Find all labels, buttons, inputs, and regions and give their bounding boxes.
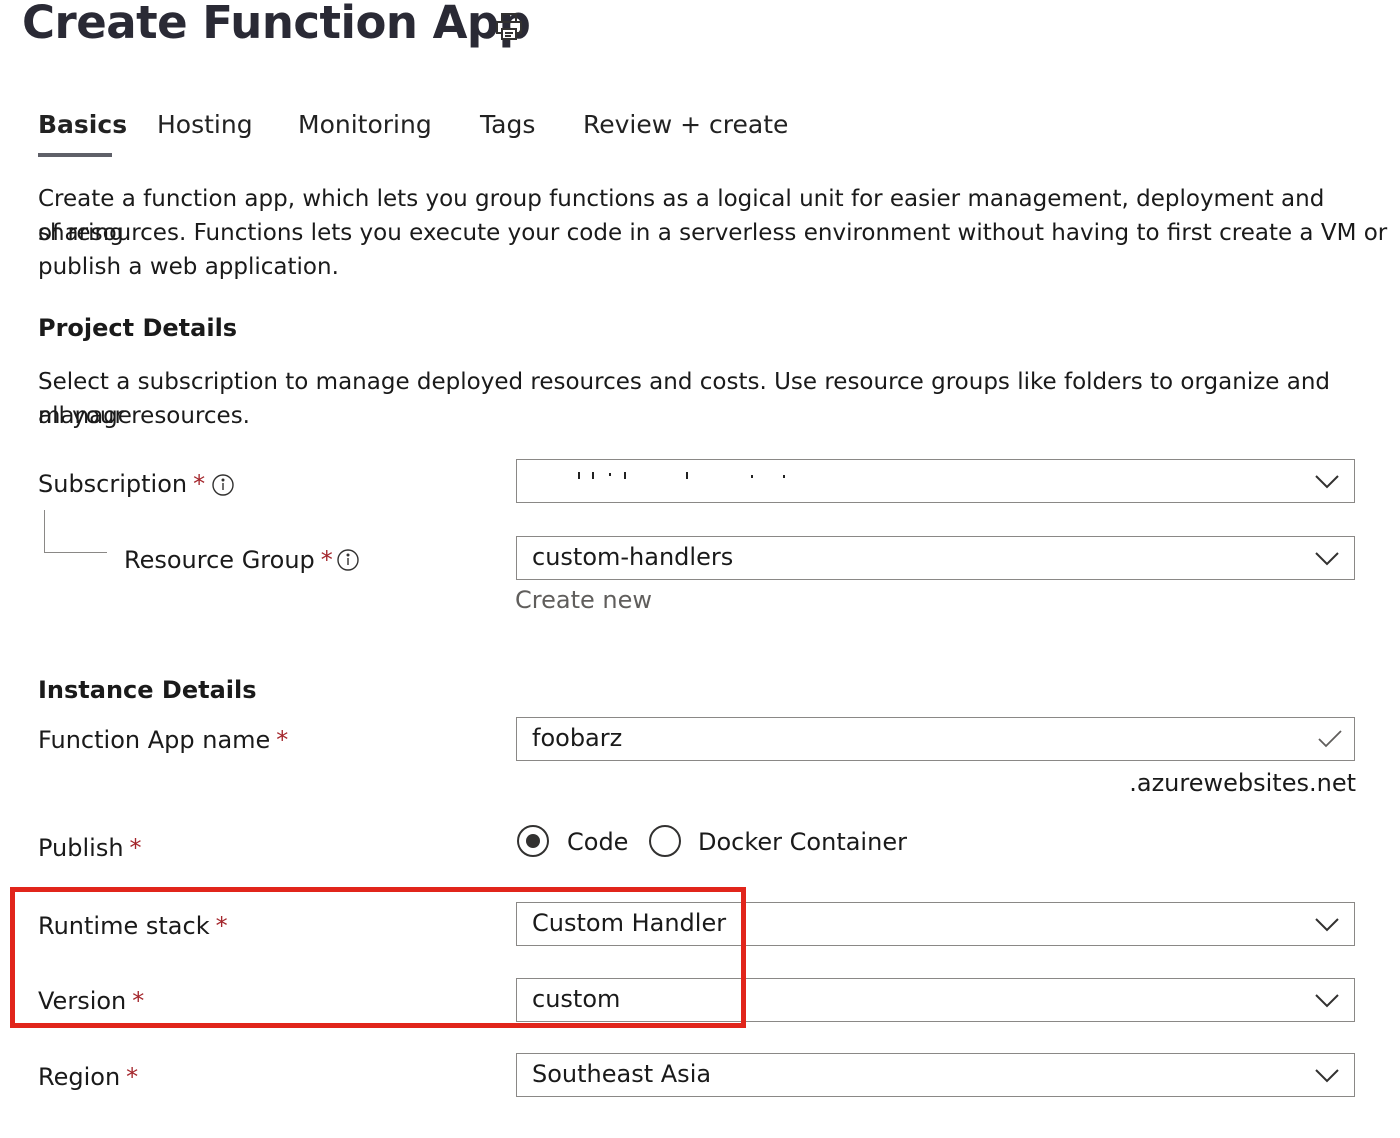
publish-docker-radio[interactable]	[649, 825, 681, 857]
publish-code-label[interactable]: Code	[567, 828, 628, 856]
resource-group-label: Resource Group *	[124, 546, 333, 574]
instance-details-heading: Instance Details	[38, 676, 257, 704]
publish-docker-label[interactable]: Docker Container	[698, 828, 907, 856]
info-icon[interactable]	[212, 474, 234, 496]
app-name-label: Function App name *	[38, 726, 288, 754]
publish-code-radio[interactable]	[517, 825, 549, 857]
app-name-label-text: Function App name	[38, 726, 271, 754]
domain-suffix: .azurewebsites.net	[1129, 769, 1356, 797]
chevron-down-icon	[1315, 475, 1339, 489]
create-new-link[interactable]: Create new	[515, 586, 652, 614]
highlight-box	[10, 887, 746, 1028]
resource-group-label-text: Resource Group	[124, 546, 315, 574]
region-value: Southeast Asia	[532, 1060, 712, 1088]
chevron-down-icon	[1315, 994, 1339, 1008]
required-marker: *	[320, 546, 333, 574]
chevron-down-icon	[1315, 1069, 1339, 1083]
tab-basics[interactable]: Basics	[38, 110, 127, 139]
app-name-value: foobarz	[532, 724, 623, 752]
region-dropdown[interactable]: Southeast Asia	[516, 1053, 1355, 1097]
app-name-input[interactable]: foobarz	[516, 717, 1355, 761]
required-marker: *	[193, 470, 206, 498]
resource-group-dropdown[interactable]: custom-handlers	[516, 536, 1355, 580]
resource-group-value: custom-handlers	[532, 543, 734, 571]
chevron-down-icon	[1315, 918, 1339, 932]
required-marker: *	[126, 1063, 139, 1091]
region-label-text: Region	[38, 1063, 121, 1091]
print-icon[interactable]	[493, 11, 525, 43]
tab-hosting[interactable]: Hosting	[157, 110, 253, 139]
info-icon[interactable]	[337, 549, 359, 571]
publish-label: Publish *	[38, 834, 142, 862]
tab-tags[interactable]: Tags	[480, 110, 535, 139]
subscription-label-text: Subscription	[38, 470, 188, 498]
tab-review-create[interactable]: Review + create	[583, 110, 788, 139]
hierarchy-connector	[44, 510, 107, 553]
project-details-heading: Project Details	[38, 314, 238, 342]
project-desc-line-2: all your resources.	[38, 403, 250, 429]
intro-line-3: publish a web application.	[38, 254, 339, 280]
intro-line-2: of resources. Functions lets you execute…	[38, 220, 1388, 246]
chevron-down-icon	[1315, 552, 1339, 566]
redaction-marks	[578, 472, 785, 479]
subscription-label: Subscription *	[38, 470, 205, 498]
active-tab-indicator	[38, 153, 112, 157]
radio-selected-dot	[526, 834, 540, 848]
page-title: Create Function App	[22, 0, 531, 49]
required-marker: *	[129, 834, 142, 862]
checkmark-icon	[1318, 730, 1342, 748]
tab-monitoring[interactable]: Monitoring	[298, 110, 432, 139]
region-label: Region *	[38, 1063, 138, 1091]
required-marker: *	[276, 726, 289, 754]
publish-label-text: Publish	[38, 834, 124, 862]
